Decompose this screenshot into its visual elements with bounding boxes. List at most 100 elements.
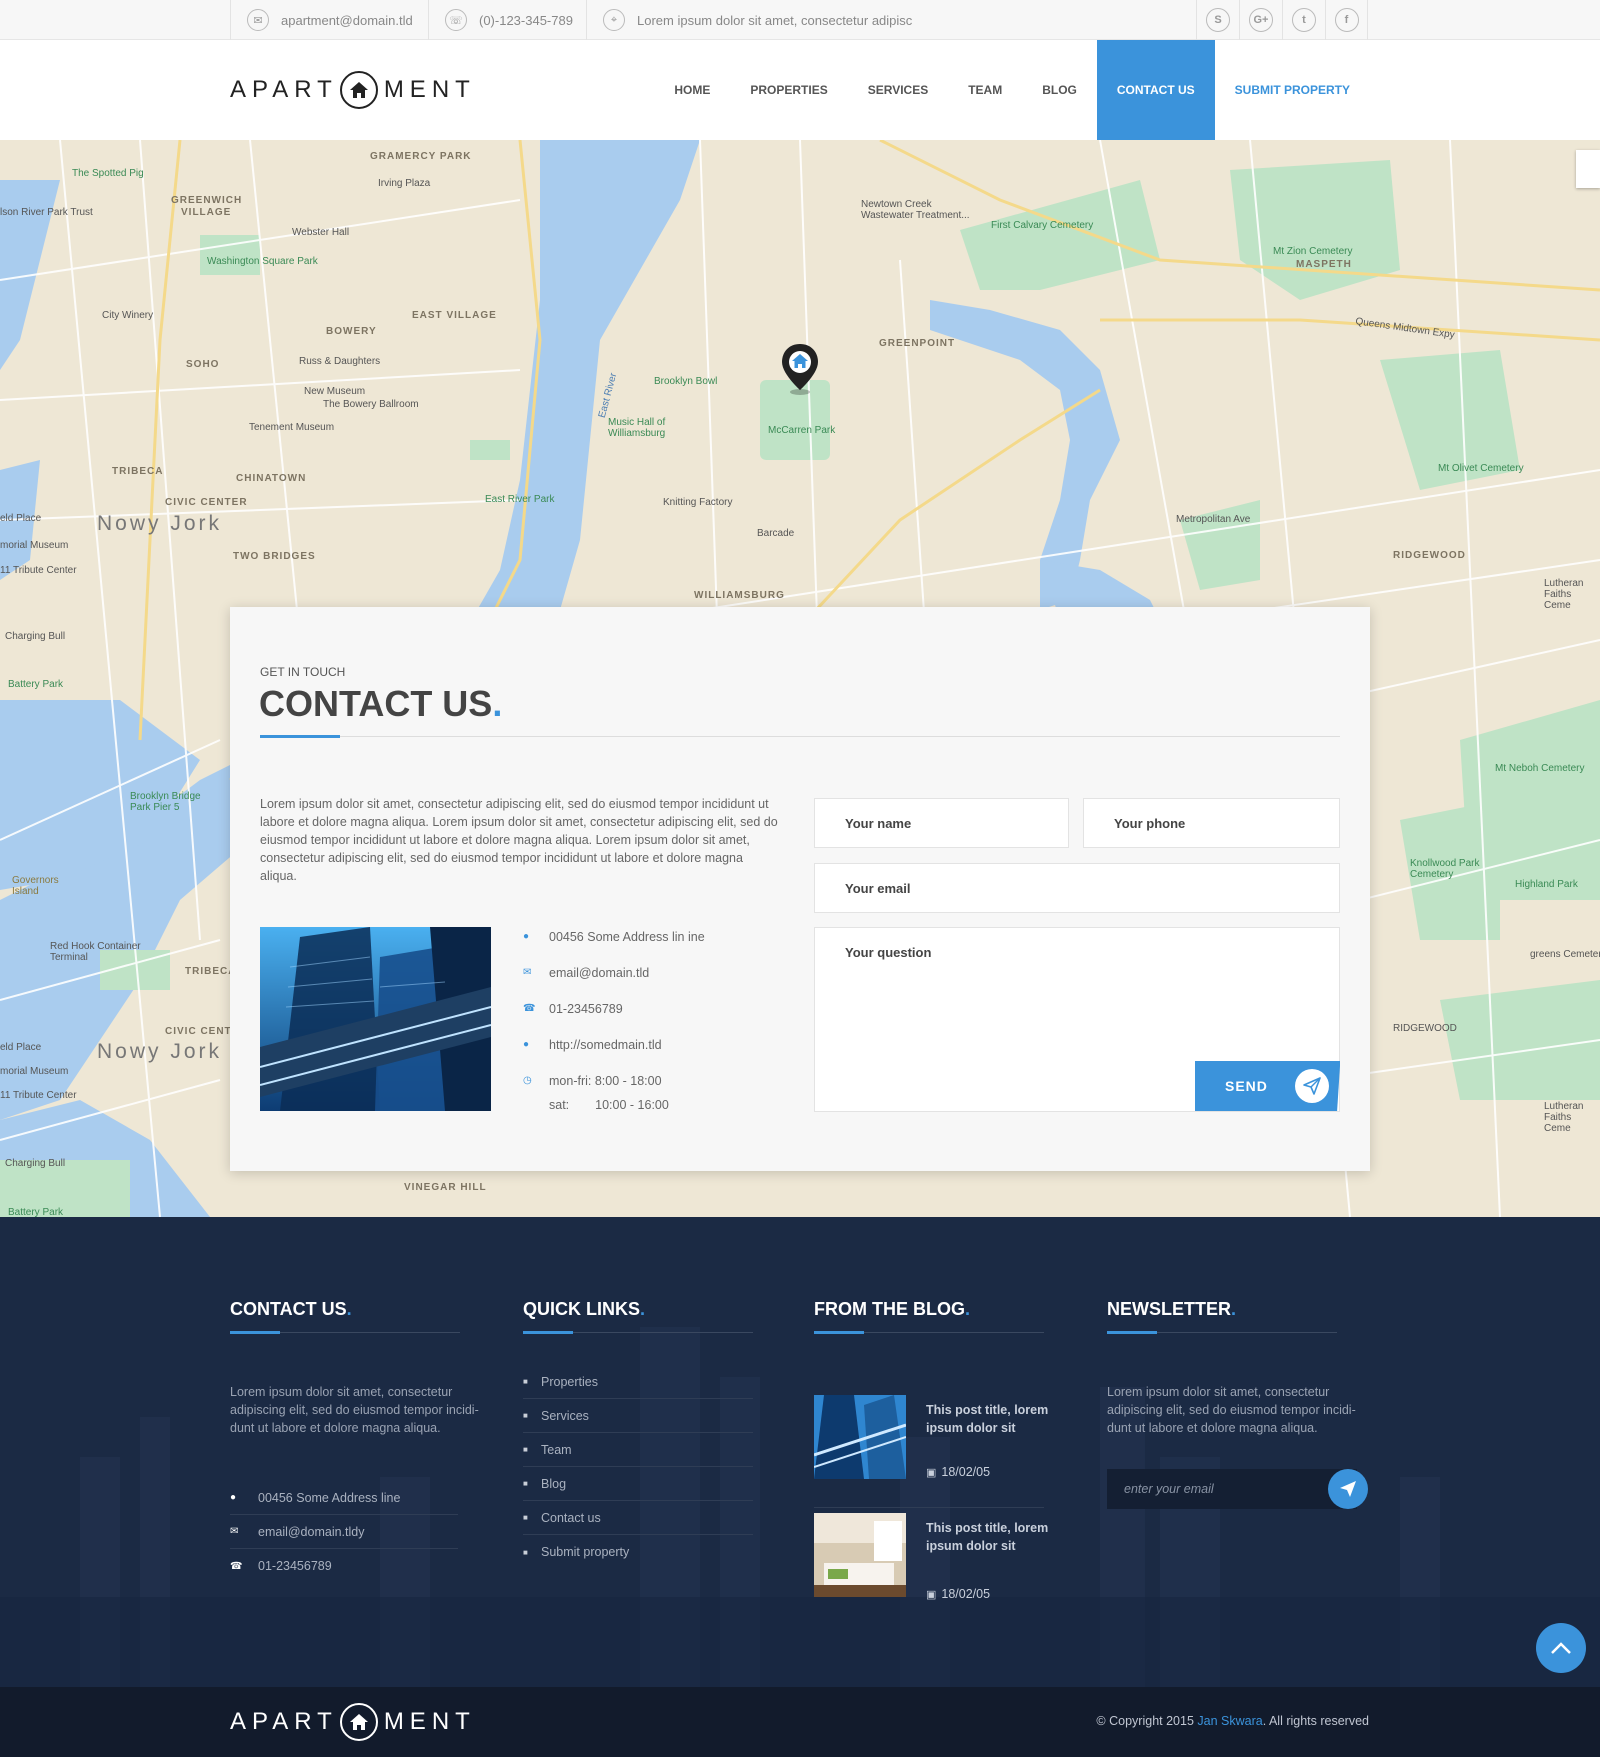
location-pin-icon: ⌖ <box>603 9 625 31</box>
hours-weekday: mon-fri: 8:00 - 18:00 <box>549 1074 662 1088</box>
logo-text-right: MENT <box>383 76 476 103</box>
map-label: Barcade <box>757 528 795 539</box>
footer-contact: CONTACT US. Lorem ipsum dolor sit amet, … <box>230 1299 490 1583</box>
map-label: TWO BRIDGES <box>233 551 316 562</box>
title-dot: . <box>640 1299 646 1319</box>
twitter-link[interactable]: t <box>1282 0 1325 40</box>
map-label: SOHO <box>186 359 220 370</box>
map-marker-pin-icon[interactable] <box>780 342 820 395</box>
contact-website[interactable]: ● http://somedmain.tld <box>523 1033 705 1069</box>
title-dot: . <box>965 1299 971 1319</box>
contact-website-text: http://somedmain.tld <box>549 1038 662 1052</box>
footer-divider <box>523 1331 753 1334</box>
blog-post-title[interactable]: This post title, lorem ipsum dolor sit <box>926 1401 1056 1437</box>
skype-link[interactable]: S <box>1196 0 1239 40</box>
newsletter-email-input[interactable]: enter your email <box>1107 1469 1357 1509</box>
map-label: morial Museum <box>0 1066 69 1077</box>
blog-post-title[interactable]: This post title, lorem ipsum dolor sit <box>926 1519 1056 1555</box>
section-kicker: GET IN TOUCH <box>260 665 346 679</box>
nav-services[interactable]: SERVICES <box>848 40 948 140</box>
title-dot: . <box>492 683 503 724</box>
nav-properties[interactable]: PROPERTIES <box>730 40 847 140</box>
site-header: APART MENT HOME PROPERTIES SERVICES TEAM… <box>0 40 1600 140</box>
quick-link-contact-us[interactable]: ■ Contact us <box>523 1501 753 1535</box>
nav-submit-property[interactable]: SUBMIT PROPERTY <box>1215 40 1370 140</box>
footer-phone-text: 01-23456789 <box>258 1559 332 1573</box>
quick-link-submit-property[interactable]: ■ Submit property <box>523 1535 753 1569</box>
map-label: Tenement Museum <box>249 422 335 433</box>
map-label: CIVIC CENTER <box>165 497 248 508</box>
facebook-icon: f <box>1334 8 1359 32</box>
phone-icon: ☎ <box>230 1560 243 1572</box>
nav-home[interactable]: HOME <box>654 40 730 140</box>
copyright-author[interactable]: Jan Skwara <box>1197 1714 1262 1728</box>
mail-icon: ✉ <box>523 967 532 978</box>
site-logo[interactable]: APART MENT <box>230 71 476 109</box>
blog-post-thumbnail <box>814 1395 906 1479</box>
nav-contact-us[interactable]: CONTACT US <box>1096 40 1215 140</box>
contact-info-list: ● 00456 Some Address lin ine ✉ email@domai… <box>523 925 705 1117</box>
name-field[interactable]: Your name <box>814 798 1069 848</box>
hours-block: mon-fri: 8:00 - 18:00 sat: 10:00 - 16:00 <box>549 1069 669 1117</box>
topbar-phone[interactable]: ☏ (0)-123-345-789 <box>428 0 586 40</box>
quick-link-label: Properties <box>541 1374 598 1389</box>
footer-email[interactable]: ✉ email@domain.tldy <box>230 1515 458 1549</box>
quick-link-services[interactable]: ■ Services <box>523 1399 753 1433</box>
map-label: Brooklyn Bowl <box>654 376 718 387</box>
site-footer: CONTACT US. Lorem ipsum dolor sit amet, … <box>0 1217 1600 1687</box>
map-label: GREENPOINT <box>879 338 956 349</box>
map-label: VILLAGE <box>181 207 232 218</box>
map-label: BOWERY <box>326 326 377 337</box>
newsletter-submit-button[interactable] <box>1328 1469 1368 1509</box>
quick-link-blog[interactable]: ■ Blog <box>523 1467 753 1501</box>
topbar-email[interactable]: ✉ apartment@domain.tld <box>230 0 428 40</box>
map-label: WILLIAMSBURG <box>694 590 785 601</box>
copyright-suffix: . All rights reserved <box>1262 1714 1369 1728</box>
email-field[interactable]: Your email <box>814 863 1340 913</box>
facebook-link[interactable]: f <box>1325 0 1368 40</box>
blog-post[interactable]: This post title, lorem ipsum dolor sit ▣… <box>814 1395 1054 1495</box>
quick-links-title-text: QUICK LINKS <box>523 1299 640 1319</box>
phone-field[interactable]: Your phone <box>1083 798 1340 848</box>
chevron-up-icon <box>1551 1642 1571 1654</box>
map-label: Battery Park <box>8 679 64 690</box>
newsletter-text: Lorem ipsum dolor sit amet, consectetur … <box>1107 1385 1356 1435</box>
map-label: Charging Bull <box>5 631 66 642</box>
back-to-top-button[interactable] <box>1536 1623 1586 1673</box>
map-city-label: Nowy Jork <box>97 1040 223 1063</box>
topbar-email-text: apartment@domain.tld <box>281 12 413 28</box>
footer-contact-title: CONTACT US. <box>230 1299 490 1320</box>
blog-post-date: ▣ 18/02/05 <box>926 1587 990 1601</box>
map-label: Irving Plaza <box>378 178 431 189</box>
map-label: lson River Park Trust <box>0 207 93 218</box>
globe-icon: ● <box>523 1039 530 1050</box>
map-search-icon[interactable] <box>1576 150 1600 188</box>
section-title: CONTACT US. <box>259 683 502 725</box>
footer-logo[interactable]: APART MENT <box>230 1703 476 1741</box>
nav-team[interactable]: TEAM <box>948 40 1022 140</box>
map-label: Highland Park <box>1515 879 1578 890</box>
title-dot: . <box>1231 1299 1237 1319</box>
nav-blog[interactable]: BLOG <box>1022 40 1097 140</box>
quick-link-label: Team <box>541 1442 572 1457</box>
copyright-icon: © <box>1096 1714 1106 1728</box>
square-bullet-icon: ■ <box>523 1377 528 1386</box>
contact-email[interactable]: ✉ email@domain.tld <box>523 961 705 997</box>
blog-title-text: FROM THE BLOG <box>814 1299 965 1319</box>
send-button[interactable]: SEND <box>1195 1061 1340 1111</box>
quick-link-properties[interactable]: ■ Properties <box>523 1365 753 1399</box>
map-label: GREENWICH <box>171 195 243 206</box>
quick-link-team[interactable]: ■ Team <box>523 1433 753 1467</box>
blog-post[interactable]: This post title, lorem ipsum dolor sit ▣… <box>814 1513 1054 1613</box>
contact-email-text: email@domain.tld <box>549 966 650 980</box>
map-label: 11 Tribute Center <box>0 1090 77 1101</box>
logo-text-right: MENT <box>383 1708 476 1735</box>
map-label: Battery Park <box>8 1207 64 1217</box>
map-label: Newtown Creek Wastewater Treatment... <box>861 199 970 221</box>
quick-link-label: Blog <box>541 1476 567 1491</box>
footer-contact-title-text: CONTACT US <box>230 1299 347 1319</box>
topbar-address-text: Lorem ipsum dolor sit amet, consectetur … <box>637 12 913 28</box>
quick-link-label: Submit property <box>541 1545 630 1559</box>
map-label: Knitting Factory <box>663 497 733 508</box>
google-plus-link[interactable]: G+ <box>1239 0 1282 40</box>
